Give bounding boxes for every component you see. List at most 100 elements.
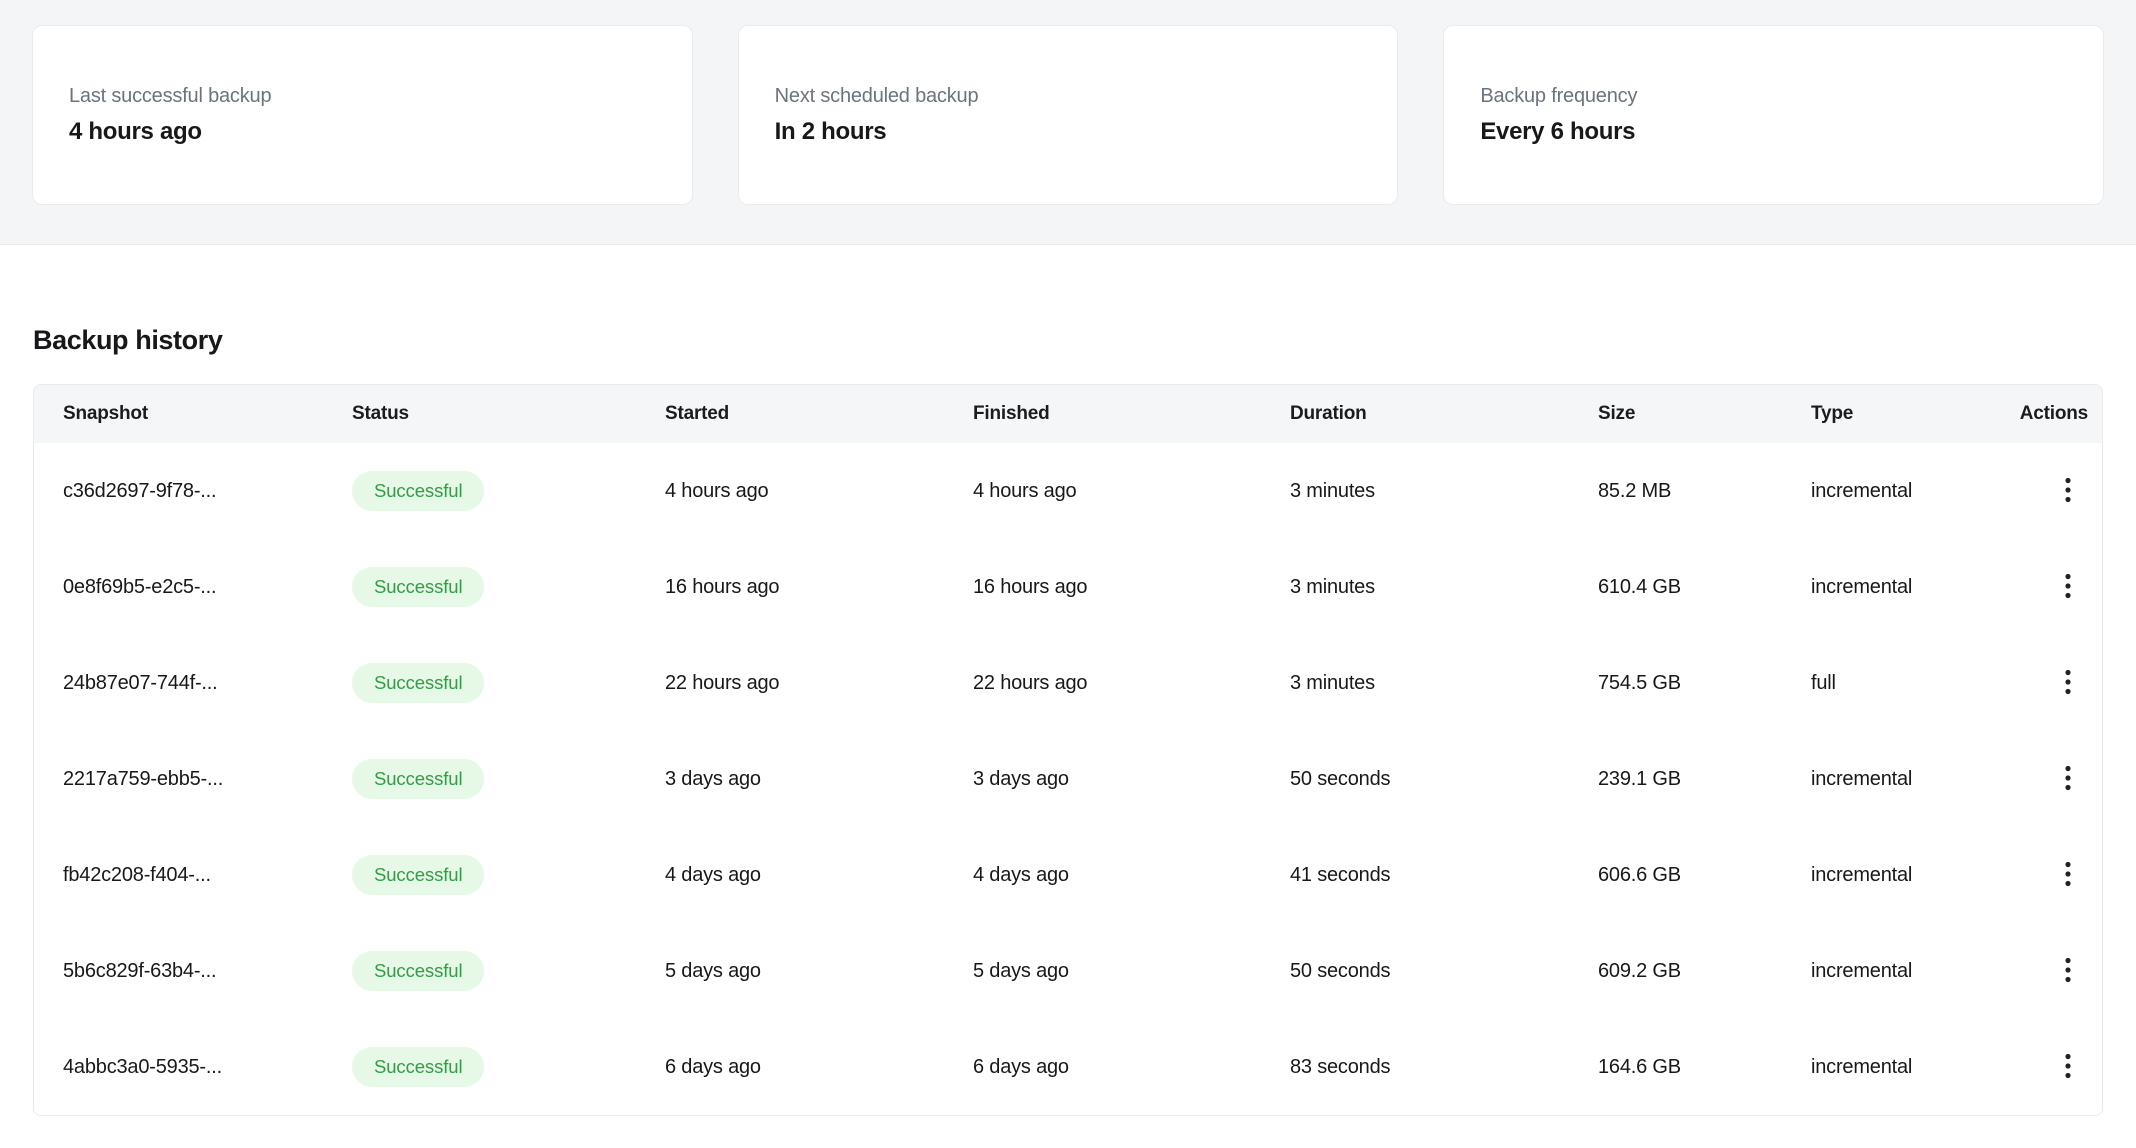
main-content: Backup history Snapshot Status Started F… — [0, 325, 2136, 1116]
card-label: Last successful backup — [69, 85, 692, 108]
column-header-actions: Actions — [1991, 403, 2102, 425]
card-last-successful-backup: Last successful backup 4 hours ago — [32, 25, 693, 205]
card-value: 4 hours ago — [69, 118, 692, 146]
kebab-menu-icon — [2065, 861, 2071, 890]
finished-cell: 16 hours ago — [973, 576, 1290, 599]
kebab-menu-icon — [2065, 957, 2071, 986]
snapshot-id: 4abbc3a0-5935-... — [63, 1056, 352, 1079]
size-cell: 239.1 GB — [1598, 768, 1811, 791]
row-actions-menu-button[interactable] — [2048, 951, 2088, 991]
row-actions-menu-button[interactable] — [2048, 1047, 2088, 1087]
type-cell: incremental — [1811, 576, 1991, 599]
column-header-snapshot: Snapshot — [63, 403, 352, 425]
started-cell: 16 hours ago — [665, 576, 973, 599]
table-row: 24b87e07-744f-... Successful 22 hours ag… — [34, 635, 2102, 731]
duration-cell: 50 seconds — [1290, 960, 1598, 983]
card-value: Every 6 hours — [1480, 118, 2103, 146]
column-header-finished: Finished — [973, 403, 1290, 425]
card-next-scheduled-backup: Next scheduled backup In 2 hours — [738, 25, 1399, 205]
finished-cell: 22 hours ago — [973, 672, 1290, 695]
status-cell: Successful — [352, 855, 665, 895]
duration-cell: 83 seconds — [1290, 1056, 1598, 1079]
actions-cell — [1991, 1047, 2102, 1087]
finished-cell: 3 days ago — [973, 768, 1290, 791]
row-actions-menu-button[interactable] — [2048, 759, 2088, 799]
duration-cell: 50 seconds — [1290, 768, 1598, 791]
finished-cell: 6 days ago — [973, 1056, 1290, 1079]
table-header-row: Snapshot Status Started Finished Duratio… — [34, 385, 2102, 443]
snapshot-id: 0e8f69b5-e2c5-... — [63, 576, 352, 599]
card-value: In 2 hours — [775, 118, 1398, 146]
column-header-size: Size — [1598, 403, 1811, 425]
started-cell: 22 hours ago — [665, 672, 973, 695]
status-cell: Successful — [352, 1047, 665, 1087]
started-cell: 4 days ago — [665, 864, 973, 887]
backup-history-table: Snapshot Status Started Finished Duratio… — [33, 384, 2103, 1116]
duration-cell: 3 minutes — [1290, 576, 1598, 599]
finished-cell: 4 days ago — [973, 864, 1290, 887]
snapshot-id: fb42c208-f404-... — [63, 864, 352, 887]
actions-cell — [1991, 759, 2102, 799]
column-header-started: Started — [665, 403, 973, 425]
status-badge: Successful — [352, 471, 484, 511]
type-cell: incremental — [1811, 480, 1991, 503]
size-cell: 164.6 GB — [1598, 1056, 1811, 1079]
type-cell: incremental — [1811, 1056, 1991, 1079]
status-badge: Successful — [352, 855, 484, 895]
status-cell: Successful — [352, 759, 665, 799]
actions-cell — [1991, 663, 2102, 703]
card-label: Backup frequency — [1480, 85, 2103, 108]
type-cell: incremental — [1811, 864, 1991, 887]
table-row: fb42c208-f404-... Successful 4 days ago … — [34, 827, 2102, 923]
started-cell: 6 days ago — [665, 1056, 973, 1079]
status-cell: Successful — [352, 663, 665, 703]
size-cell: 610.4 GB — [1598, 576, 1811, 599]
kebab-menu-icon — [2065, 765, 2071, 794]
type-cell: incremental — [1811, 960, 1991, 983]
duration-cell: 3 minutes — [1290, 672, 1598, 695]
page-title: Backup history — [33, 325, 2103, 356]
card-backup-frequency: Backup frequency Every 6 hours — [1443, 25, 2104, 205]
row-actions-menu-button[interactable] — [2048, 471, 2088, 511]
status-cell: Successful — [352, 471, 665, 511]
status-badge: Successful — [352, 951, 484, 991]
column-header-type: Type — [1811, 403, 1991, 425]
finished-cell: 4 hours ago — [973, 480, 1290, 503]
table-body: c36d2697-9f78-... Successful 4 hours ago… — [34, 443, 2102, 1115]
size-cell: 85.2 MB — [1598, 480, 1811, 503]
status-badge: Successful — [352, 567, 484, 607]
snapshot-id: 5b6c829f-63b4-... — [63, 960, 352, 983]
size-cell: 754.5 GB — [1598, 672, 1811, 695]
type-cell: full — [1811, 672, 1991, 695]
duration-cell: 41 seconds — [1290, 864, 1598, 887]
row-actions-menu-button[interactable] — [2048, 855, 2088, 895]
started-cell: 3 days ago — [665, 768, 973, 791]
table-row: 0e8f69b5-e2c5-... Successful 16 hours ag… — [34, 539, 2102, 635]
column-header-duration: Duration — [1290, 403, 1598, 425]
status-badge: Successful — [352, 663, 484, 703]
status-cell: Successful — [352, 567, 665, 607]
table-row: 2217a759-ebb5-... Successful 3 days ago … — [34, 731, 2102, 827]
started-cell: 5 days ago — [665, 960, 973, 983]
kebab-menu-icon — [2065, 477, 2071, 506]
actions-cell — [1991, 855, 2102, 895]
snapshot-id: 2217a759-ebb5-... — [63, 768, 352, 791]
actions-cell — [1991, 471, 2102, 511]
started-cell: 4 hours ago — [665, 480, 973, 503]
type-cell: incremental — [1811, 768, 1991, 791]
summary-strip: Last successful backup 4 hours ago Next … — [0, 0, 2136, 245]
row-actions-menu-button[interactable] — [2048, 663, 2088, 703]
finished-cell: 5 days ago — [973, 960, 1290, 983]
table-row: 4abbc3a0-5935-... Successful 6 days ago … — [34, 1019, 2102, 1115]
status-badge: Successful — [352, 1047, 484, 1087]
card-label: Next scheduled backup — [775, 85, 1398, 108]
size-cell: 606.6 GB — [1598, 864, 1811, 887]
status-badge: Successful — [352, 759, 484, 799]
size-cell: 609.2 GB — [1598, 960, 1811, 983]
snapshot-id: 24b87e07-744f-... — [63, 672, 352, 695]
kebab-menu-icon — [2065, 573, 2071, 602]
table-row: 5b6c829f-63b4-... Successful 5 days ago … — [34, 923, 2102, 1019]
actions-cell — [1991, 951, 2102, 991]
table-row: c36d2697-9f78-... Successful 4 hours ago… — [34, 443, 2102, 539]
row-actions-menu-button[interactable] — [2048, 567, 2088, 607]
